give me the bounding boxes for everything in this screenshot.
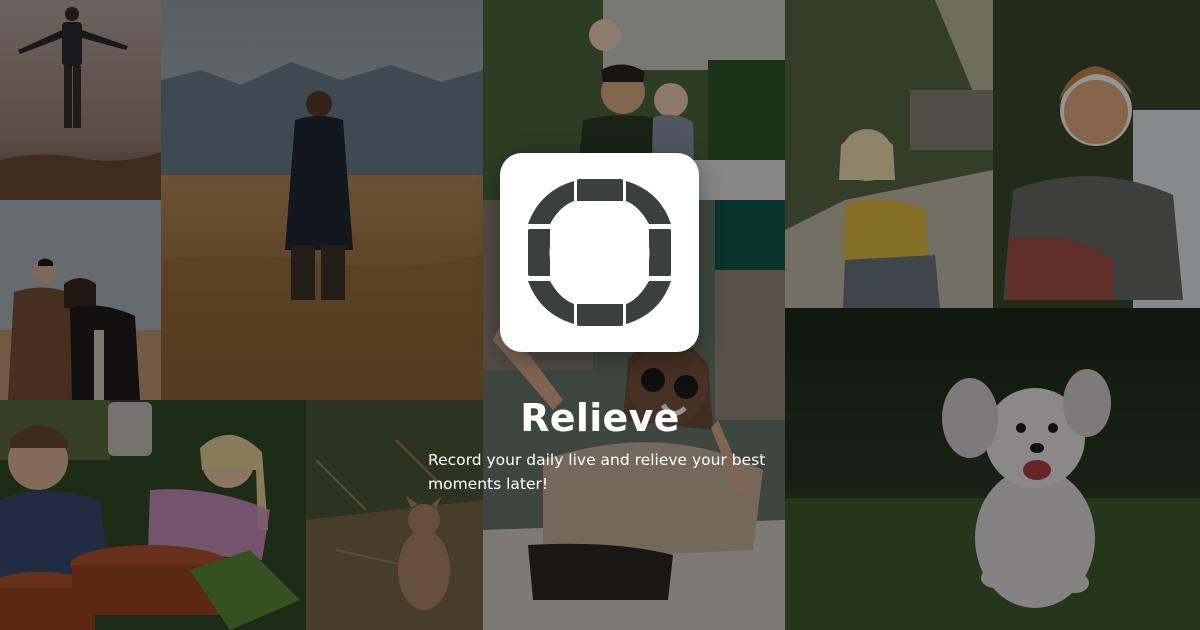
hero-banner: Relieve Record your daily live and relie… [0, 0, 1200, 630]
app-title: Relieve [520, 396, 680, 440]
app-tagline: Record your daily live and relieve your … [428, 451, 766, 493]
app-logo [500, 153, 699, 352]
relieve-logo-icon [528, 179, 671, 326]
